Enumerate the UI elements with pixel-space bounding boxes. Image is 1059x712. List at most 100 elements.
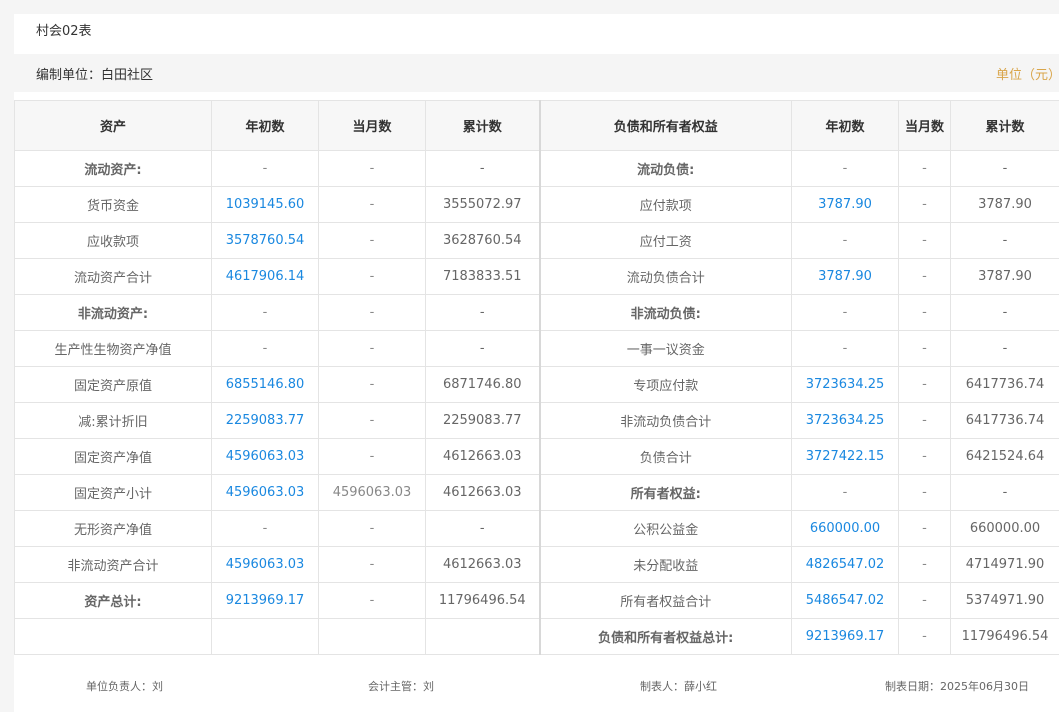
liability-month-cell: - [898, 294, 951, 331]
liability-begin-cell[interactable]: 9213969.17 [791, 618, 899, 655]
liability-begin-cell[interactable]: 660000.00 [791, 510, 899, 547]
asset-begin-cell: - [211, 510, 319, 547]
liability-name-cell: 非流动负债合计 [538, 402, 792, 439]
header-cumulative-right: 累计数 [950, 100, 1059, 151]
footer-responsible: 单位负责人：刘 [86, 680, 163, 693]
asset-cumulative-cell: - [425, 294, 540, 331]
asset-cumulative-cell: - [425, 330, 540, 367]
asset-cumulative-cell: 3555072.97 [425, 186, 540, 223]
liability-name-cell: 所有者权益: [538, 474, 792, 511]
liability-name-cell: 专项应付款 [538, 366, 792, 403]
liability-begin-cell: - [791, 474, 899, 511]
footer-preparer: 制表人：薛小红 [640, 680, 717, 693]
table-row: 非流动资产合计 4596063.03-4612663.03 未分配收益 4826547… [14, 546, 1059, 583]
liability-cumulative-cell: 660000.00 [950, 510, 1059, 547]
table-row: 固定资产小计 4596063.03 4596063.03 4612663.03 所有者权… [14, 474, 1059, 511]
header-month-right: 当月数 [898, 100, 951, 151]
asset-begin-cell[interactable]: 9213969.17 [211, 582, 319, 619]
footer-date: 制表日期：2025年06月30日 [885, 680, 1029, 693]
asset-name-cell: 流动资产合计 [14, 258, 212, 295]
asset-month-cell: - [318, 186, 426, 223]
header-liabilities-equity: 负债和所有者权益 [538, 100, 792, 151]
liability-name-cell: 所有者权益合计 [538, 582, 792, 619]
liability-name-cell: 负债和所有者权益总计: [538, 618, 792, 655]
liability-cumulative-cell: 3787.90 [950, 186, 1059, 223]
asset-begin-cell: - [211, 294, 319, 331]
asset-begin-cell: - [211, 150, 319, 187]
header-row: 资产 年初数 当月数 累计数 负债和所有者权益 年初数 当月数 累计数 [14, 100, 1059, 151]
liability-cumulative-cell: - [950, 330, 1059, 367]
asset-month-cell: 4596063.03 [318, 474, 426, 511]
asset-cumulative-cell: 3628760.54 [425, 222, 540, 259]
asset-begin-cell[interactable]: 1039145.60 [211, 186, 319, 223]
liability-month-cell: - [898, 330, 951, 367]
liability-begin-cell[interactable]: 5486547.02 [791, 582, 899, 619]
asset-name-cell: 应收款项 [14, 222, 212, 259]
liability-month-cell: - [898, 546, 951, 583]
liability-name-cell: 公积公益金 [538, 510, 792, 547]
liability-begin-cell[interactable]: 3787.90 [791, 258, 899, 295]
asset-name-cell: 固定资产净值 [14, 438, 212, 475]
balance-sheet-table: 资产 年初数 当月数 累计数 负债和所有者权益 年初数 当月数 累计数 流动资产… [14, 100, 1059, 655]
asset-month-cell: - [318, 222, 426, 259]
table-row: 无形资产净值 - - - 公积公益金 660000.00-660000.00 [14, 510, 1059, 547]
liability-name-cell: 应付款项 [538, 186, 792, 223]
liability-begin-cell[interactable]: 3723634.25 [791, 366, 899, 403]
asset-begin-cell[interactable]: 4596063.03 [211, 546, 319, 583]
liability-month-cell: - [898, 402, 951, 439]
liability-name-cell: 流动负债: [538, 150, 792, 187]
report-card: 村会02表 编制单位：白田社区 单位（元） 资产 年初数 当月数 累计数 负债和… [14, 14, 1059, 712]
asset-cumulative-cell: 4612663.03 [425, 474, 540, 511]
liability-cumulative-cell: - [950, 474, 1059, 511]
liability-cumulative-cell: 6417736.74 [950, 366, 1059, 403]
asset-begin-cell [211, 618, 319, 655]
header-begin-right: 年初数 [791, 100, 899, 151]
asset-begin-cell[interactable]: 3578760.54 [211, 222, 319, 259]
asset-begin-cell[interactable]: 6855146.80 [211, 366, 319, 403]
asset-name-cell: 非流动资产: [14, 294, 212, 331]
asset-name-cell: 货币资金 [14, 186, 212, 223]
liability-begin-cell[interactable]: 4826547.02 [791, 546, 899, 583]
asset-name-cell: 非流动资产合计 [14, 546, 212, 583]
asset-month-cell: - [318, 546, 426, 583]
liability-begin-cell[interactable]: 3723634.25 [791, 402, 899, 439]
asset-month-cell: - [318, 366, 426, 403]
liability-name-cell: 未分配收益 [538, 546, 792, 583]
asset-month-cell: - [318, 150, 426, 187]
liability-begin-cell: - [791, 294, 899, 331]
asset-begin-cell[interactable]: 4596063.03 [211, 438, 319, 475]
liability-begin-cell[interactable]: 3787.90 [791, 186, 899, 223]
liability-begin-cell: - [791, 330, 899, 367]
liability-name-cell: 流动负债合计 [538, 258, 792, 295]
table-row: 负债和所有者权益总计: 9213969.17-11796496.54 [14, 618, 1059, 655]
table-row: 流动资产合计 4617906.14-7183833.51 流动负债合计 3787.90… [14, 258, 1059, 295]
asset-month-cell: - [318, 582, 426, 619]
header-cumulative: 累计数 [425, 100, 540, 151]
header-month: 当月数 [318, 100, 426, 151]
asset-cumulative-cell: 6871746.80 [425, 366, 540, 403]
asset-name-cell: 生产性生物资产净值 [14, 330, 212, 367]
asset-name-cell: 固定资产原值 [14, 366, 212, 403]
asset-begin-cell[interactable]: 4596063.03 [211, 474, 319, 511]
table-row: 非流动资产: - - - 非流动负债: - - - [14, 294, 1059, 331]
liability-month-cell: - [898, 474, 951, 511]
liability-cumulative-cell: 5374971.90 [950, 582, 1059, 619]
table-row: 固定资产净值 4596063.03-4612663.03 负债合计 3727422.1… [14, 438, 1059, 475]
liability-month-cell: - [898, 438, 951, 475]
liability-begin-cell: - [791, 150, 899, 187]
asset-begin-cell[interactable]: 2259083.77 [211, 402, 319, 439]
footer-accountant: 会计主管：刘 [368, 680, 434, 693]
form-title: 村会02表 [36, 24, 92, 39]
table-body: 流动资产: - - - 流动负债: - - - 货币资金 1039145.60-3555072.9… [14, 150, 1059, 655]
asset-begin-cell[interactable]: 4617906.14 [211, 258, 319, 295]
liability-begin-cell[interactable]: 3727422.15 [791, 438, 899, 475]
liability-name-cell: 负债合计 [538, 438, 792, 475]
asset-name-cell: 减:累计折旧 [14, 402, 212, 439]
asset-name-cell [14, 618, 212, 655]
liability-month-cell: - [898, 618, 951, 655]
asset-cumulative-cell: 2259083.77 [425, 402, 540, 439]
liability-cumulative-cell: - [950, 222, 1059, 259]
table-row: 货币资金 1039145.60-3555072.97 应付款项 3787.90-378… [14, 186, 1059, 223]
asset-cumulative-cell: 7183833.51 [425, 258, 540, 295]
asset-cumulative-cell: - [425, 510, 540, 547]
